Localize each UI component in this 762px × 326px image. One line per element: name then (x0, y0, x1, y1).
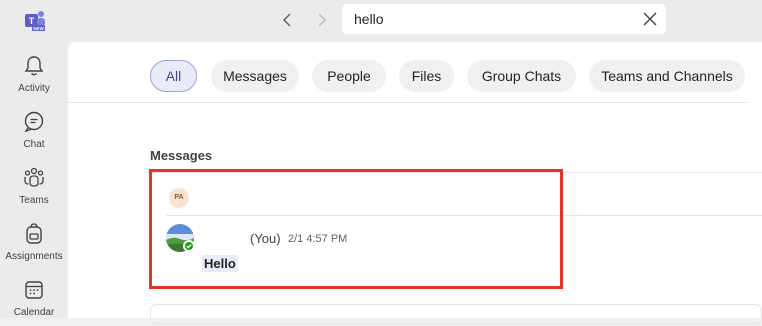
svg-text:T: T (29, 16, 35, 26)
rail-item-assignments[interactable]: Assignments (0, 214, 68, 270)
rail-label-assignments: Assignments (5, 251, 63, 262)
back-arrow-icon[interactable] (278, 10, 298, 30)
filter-files-chip[interactable]: Files (399, 60, 454, 92)
teams-icon (24, 167, 44, 187)
search-input[interactable] (354, 10, 624, 28)
chat-icon (24, 111, 44, 133)
title-bar: T NEW (0, 0, 762, 42)
backpack-icon (26, 223, 42, 244)
filter-group-chats-chip[interactable]: Group Chats (467, 60, 576, 92)
filter-teams-and-channels-chip[interactable]: Teams and Channels (589, 60, 745, 92)
svg-text:NEW: NEW (33, 26, 44, 31)
messages-section-title: Messages (150, 148, 213, 163)
rail-label-activity: Activity (18, 83, 50, 94)
filter-all-chip[interactable]: All (150, 60, 197, 92)
rail-label-teams: Teams (19, 195, 49, 206)
rail-label-calendar: Calendar (13, 307, 55, 318)
rail-item-activity[interactable]: Activity (0, 46, 68, 102)
rail-item-chat[interactable]: Chat (0, 102, 68, 158)
filter-divider (68, 102, 748, 103)
highlight-box (149, 169, 563, 289)
rail-item-teams[interactable]: Teams (0, 158, 68, 214)
filter-people-chip[interactable]: People (312, 60, 386, 92)
app-rail: Activity Chat Teams Assignments Calendar (0, 42, 68, 318)
next-result-card (150, 304, 762, 324)
filter-messages-chip[interactable]: Messages (211, 60, 299, 92)
calendar-icon (25, 281, 43, 299)
teams-logo-icon[interactable]: T NEW (22, 8, 48, 32)
clear-search-icon[interactable] (642, 11, 658, 27)
forward-arrow-icon[interactable] (311, 10, 331, 30)
search-box (342, 4, 666, 34)
bell-icon (24, 56, 44, 76)
rail-label-chat: Chat (23, 139, 45, 150)
